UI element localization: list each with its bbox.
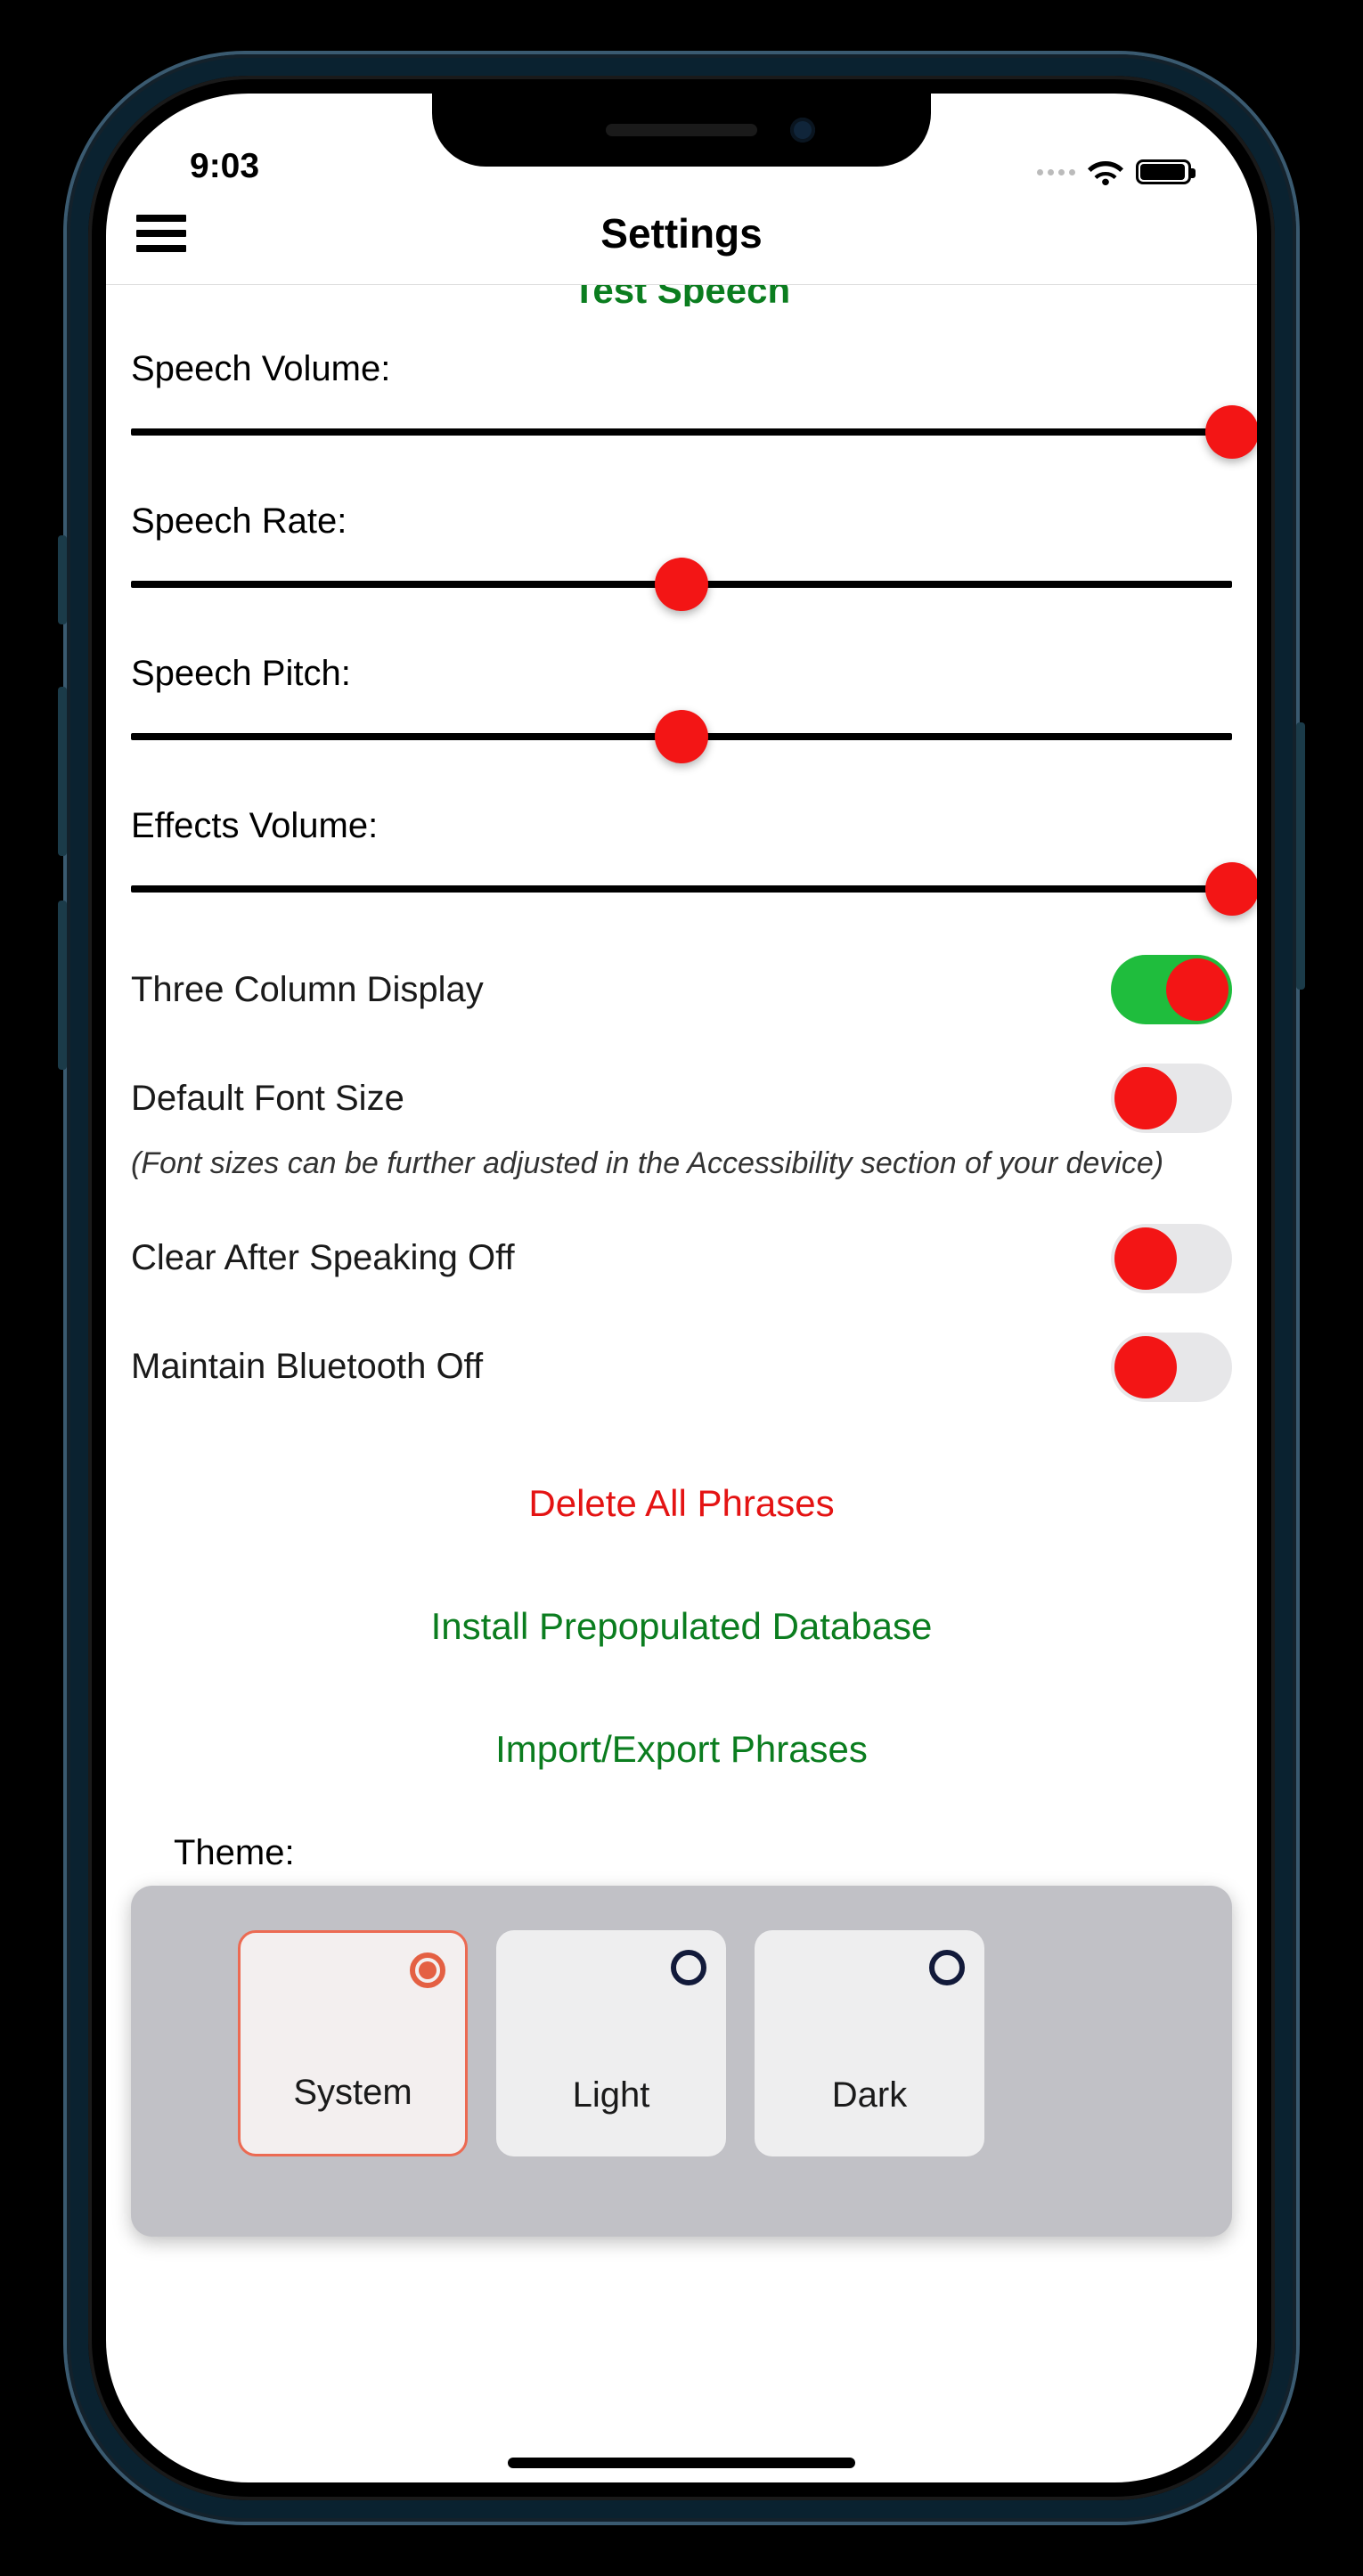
- import-export-button[interactable]: Import/Export Phrases: [131, 1728, 1232, 1771]
- power-button[interactable]: [1296, 722, 1305, 990]
- bluetooth-label: Maintain Bluetooth Off: [131, 1347, 483, 1387]
- speech-volume-label: Speech Volume:: [131, 349, 1232, 389]
- clear-after-toggle[interactable]: [1111, 1224, 1232, 1293]
- speech-pitch-label: Speech Pitch:: [131, 654, 1232, 694]
- page-title: Settings: [136, 209, 1227, 257]
- default-font-toggle[interactable]: [1111, 1064, 1232, 1133]
- install-db-button[interactable]: Install Prepopulated Database: [131, 1605, 1232, 1648]
- effects-volume-slider[interactable]: [131, 862, 1232, 916]
- theme-panel: System Light Dark: [131, 1886, 1232, 2237]
- theme-option-dark[interactable]: Dark: [755, 1930, 984, 2156]
- speaker-grill: [606, 124, 757, 136]
- app-header: Settings: [106, 192, 1257, 285]
- bluetooth-toggle[interactable]: [1111, 1333, 1232, 1402]
- three-column-toggle[interactable]: [1111, 955, 1232, 1024]
- theme-option-label: Light: [573, 2075, 650, 2115]
- battery-icon: [1136, 159, 1191, 184]
- cellular-icon: [1037, 169, 1075, 175]
- mute-switch[interactable]: [58, 535, 67, 624]
- theme-option-label: System: [293, 2073, 412, 2113]
- screen: 9:03 Settings Test Speech: [106, 94, 1257, 2482]
- theme-option-light[interactable]: Light: [496, 1930, 726, 2156]
- clear-after-label: Clear After Speaking Off: [131, 1238, 515, 1278]
- font-size-hint: (Font sizes can be further adjusted in t…: [131, 1144, 1232, 1185]
- theme-option-label: Dark: [832, 2075, 907, 2115]
- theme-label: Theme:: [174, 1833, 1232, 1873]
- theme-option-system[interactable]: System: [238, 1930, 468, 2156]
- radio-icon: [929, 1950, 965, 1985]
- effects-volume-label: Effects Volume:: [131, 806, 1232, 846]
- speech-rate-label: Speech Rate:: [131, 501, 1232, 542]
- wifi-icon: [1088, 158, 1123, 186]
- test-speech-button[interactable]: Test Speech: [131, 285, 1232, 306]
- default-font-label: Default Font Size: [131, 1079, 404, 1119]
- notch: [432, 94, 931, 167]
- settings-content[interactable]: Test Speech Speech Volume: Speech Rate: …: [106, 285, 1257, 2445]
- speech-volume-slider[interactable]: [131, 405, 1232, 459]
- radio-icon: [671, 1950, 706, 1985]
- front-camera: [790, 118, 815, 143]
- volume-down-button[interactable]: [58, 901, 67, 1070]
- delete-all-button[interactable]: Delete All Phrases: [131, 1482, 1232, 1525]
- volume-up-button[interactable]: [58, 687, 67, 856]
- speech-pitch-slider[interactable]: [131, 710, 1232, 763]
- home-indicator[interactable]: [508, 2458, 855, 2468]
- three-column-label: Three Column Display: [131, 970, 484, 1010]
- phone-frame: 9:03 Settings Test Speech: [67, 54, 1296, 2522]
- radio-icon: [410, 1952, 445, 1988]
- speech-rate-slider[interactable]: [131, 558, 1232, 611]
- status-time: 9:03: [190, 147, 332, 186]
